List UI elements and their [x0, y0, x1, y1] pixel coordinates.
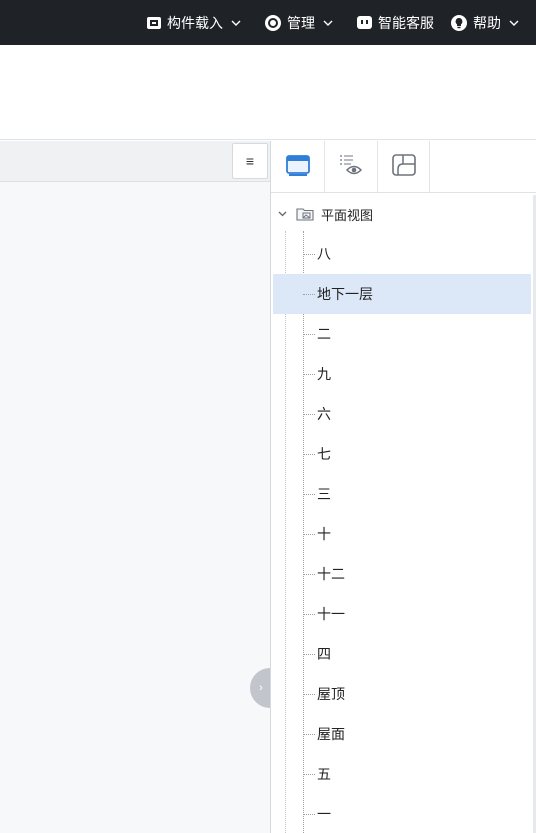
tree-item-label: 地下一层 [317, 286, 373, 302]
tree-item-label: 五 [317, 766, 331, 782]
chevron-down-icon [231, 20, 241, 26]
tree-item[interactable]: 十一 [273, 594, 531, 634]
smart-service-menu[interactable]: 智能客服 [356, 0, 434, 45]
tree-item-label: 四 [317, 646, 331, 662]
tree-item[interactable]: 十 [273, 514, 531, 554]
tree-item[interactable]: 八 [273, 234, 531, 274]
visibility-list-icon [337, 153, 365, 182]
chevron-down-icon [323, 20, 333, 26]
view-tree: 平面视图 八 地下一层 二 九 六 七 三 十 十二 十一 四 屋顶 屋面 五 … [271, 193, 536, 833]
tab-visibility[interactable] [324, 141, 377, 193]
ribbon-area [0, 45, 536, 140]
tree-item-label: 六 [317, 406, 331, 422]
floor-plan-icon [391, 153, 417, 182]
help-label: 帮助 [473, 14, 501, 31]
chat-service-icon [356, 15, 373, 31]
help-menu[interactable]: 帮助 [450, 0, 519, 45]
tree-item[interactable]: 六 [273, 394, 531, 434]
tree-item[interactable]: 屋顶 [273, 674, 531, 714]
manage-menu[interactable]: 管理 [264, 0, 333, 45]
collapse-panel-button[interactable]: › [250, 668, 272, 708]
tree-item-label: 屋面 [317, 726, 345, 742]
component-load-icon [146, 15, 162, 31]
tree-item[interactable]: 五 [273, 754, 531, 794]
canvas-header: ≡ [0, 141, 270, 182]
tree-root-label: 平面视图 [321, 207, 374, 223]
tree-item-label: 九 [317, 366, 331, 382]
hamburger-icon: ≡ [245, 153, 255, 169]
tree-item[interactable]: 三 [273, 474, 531, 514]
smart-service-label: 智能客服 [378, 14, 434, 31]
tree-item-label: 屋顶 [317, 686, 345, 702]
tree-item[interactable]: 二 [273, 314, 531, 354]
manage-label: 管理 [287, 14, 315, 31]
tree-item-label: 十 [317, 526, 331, 542]
tab-floorplan[interactable] [377, 141, 430, 193]
chevron-down-icon [509, 20, 519, 26]
menu-button[interactable]: ≡ [232, 143, 268, 179]
component-load-menu[interactable]: 构件载入 [146, 0, 241, 45]
tree-item-label: 十二 [317, 566, 345, 582]
tree-item[interactable]: 四 [273, 634, 531, 674]
tree-item-label: 八 [317, 246, 331, 262]
floor-plan-folder-icon [296, 207, 314, 221]
tree-item-label: 三 [317, 486, 331, 502]
manage-gear-icon [264, 14, 282, 32]
tab-views[interactable] [271, 141, 324, 193]
project-browser-panel: 平面视图 八 地下一层 二 九 六 七 三 十 十二 十一 四 屋顶 屋面 五 … [270, 141, 536, 833]
help-bulb-icon [450, 14, 468, 32]
tree-item[interactable]: 十二 [273, 554, 531, 594]
component-load-label: 构件载入 [167, 14, 223, 31]
top-bar: 构件载入 管理 智能客服 帮助 [0, 0, 536, 45]
tree-item-label: 一 [317, 806, 331, 822]
tree-item-label: 七 [317, 446, 331, 462]
tree-item[interactable]: 九 [273, 354, 531, 394]
canvas-area[interactable]: ≡ › [0, 141, 272, 833]
tree-item[interactable]: 一 [273, 794, 531, 833]
panel-tabs [271, 141, 536, 193]
view-window-icon [285, 153, 311, 182]
tree-item[interactable]: 屋面 [273, 714, 531, 754]
tree-item-label: 十一 [317, 606, 345, 622]
chevron-right-icon: › [259, 682, 263, 694]
chevron-down-icon[interactable] [278, 211, 288, 217]
tree-item-label: 二 [317, 326, 331, 342]
tree-item[interactable]: 七 [273, 434, 531, 474]
tree-item-selected[interactable]: 地下一层 [273, 274, 531, 314]
tree-root-floor-plans[interactable]: 平面视图 [271, 202, 373, 226]
